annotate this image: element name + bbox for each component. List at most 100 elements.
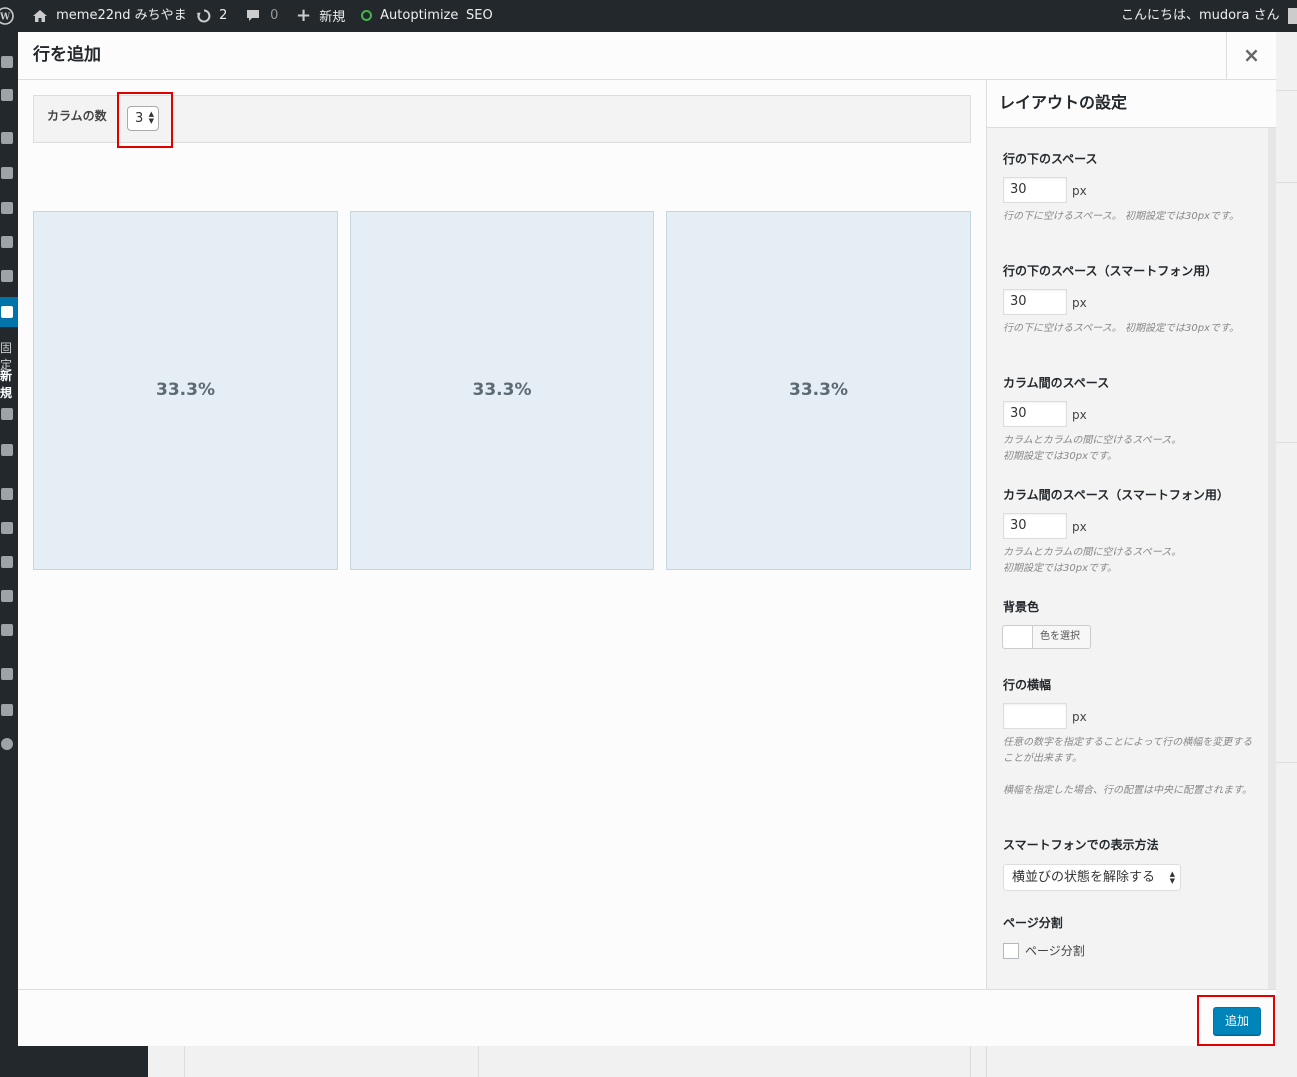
sp-display-select[interactable]: 横並びの状態を解除する ▲ ▼	[1003, 864, 1181, 891]
row-bottom-space-sp-input[interactable]: 30	[1003, 289, 1067, 315]
jetpack-icon[interactable]	[0, 85, 18, 105]
unit-label: px	[1072, 408, 1087, 422]
column-width-label: 33.3%	[156, 380, 215, 400]
pin-icon[interactable]	[0, 484, 18, 504]
tools-icon[interactable]	[0, 586, 18, 606]
wordpress-logo-icon[interactable]: W	[0, 0, 16, 32]
bg-color-label: 背景色	[1003, 600, 1040, 614]
column-width-label: 33.3%	[472, 380, 532, 400]
users-icon[interactable]	[0, 552, 18, 572]
page-break-checkbox-label[interactable]: ページ分割	[1025, 942, 1085, 959]
avatar	[1287, 7, 1297, 24]
select-arrows-icon: ▲ ▼	[1169, 870, 1175, 885]
column-space-input[interactable]: 30	[1003, 401, 1067, 427]
column-preview[interactable]: 33.3%	[666, 211, 971, 570]
comments-icon[interactable]	[0, 404, 18, 424]
account-link[interactable]: こんにちは、mudora さん	[1121, 0, 1297, 32]
svg-text:W: W	[0, 13, 11, 23]
column-count-label: カラムの数	[47, 109, 107, 123]
settings-icon[interactable]	[0, 664, 18, 684]
page-break-checkbox[interactable]	[1003, 943, 1019, 959]
unit-label: px	[1072, 184, 1087, 198]
modal-footer: 追加	[18, 989, 1276, 1046]
mail-icon[interactable]	[0, 440, 18, 460]
unit-label: px	[1072, 296, 1087, 310]
background-page-bottom	[148, 1046, 1297, 1077]
close-icon: ×	[1243, 43, 1260, 67]
row-bottom-space-input[interactable]: 30	[1003, 177, 1067, 203]
column-space-desc: 初期設定では30pxです。	[1003, 451, 1117, 462]
stats-icon[interactable]	[0, 700, 18, 720]
row-width-desc: 任意の数字を指定することによって行の横幅を変更することが出来ます。	[1003, 737, 1253, 764]
collapse-icon[interactable]	[0, 734, 18, 754]
autoptimize-label: Autoptimize	[380, 8, 459, 23]
sidebar-scrollbar[interactable]	[1268, 128, 1276, 989]
refresh-icon	[196, 9, 211, 22]
column-space-sp-desc: カラムとカラムの間に空けるスペース。	[1003, 547, 1182, 558]
add-row-modal: 行を追加 × カラムの数 3 ▲ ▼ 33.3% 33.3% 33.3% レイアウ…	[18, 32, 1276, 1046]
menu-item-new[interactable]: 新規	[0, 367, 18, 401]
site-name: meme22nd みちやま	[56, 8, 187, 23]
status-circle-icon	[361, 10, 372, 21]
comment-icon	[247, 9, 259, 21]
site-name-link[interactable]: meme22nd みちやま	[32, 0, 187, 32]
admin-bar: W meme22nd みちやま 2 0 + 新規 Autoptimize SEO…	[0, 0, 1297, 32]
sidebar-title: レイアウトの設定	[999, 93, 1128, 112]
modal-header: 行を追加 ×	[18, 32, 1276, 80]
column-space-sp-label: カラム間のスペース（スマートフォン用）	[1003, 488, 1229, 502]
column-preview[interactable]: 33.3%	[33, 211, 338, 570]
color-swatch	[1003, 626, 1033, 648]
color-picker-button[interactable]: 色を選択	[1002, 625, 1091, 649]
column-space-sp-desc: 初期設定では30pxです。	[1003, 563, 1117, 574]
media-icon[interactable]	[0, 266, 18, 286]
sidebar-header: レイアウトの設定	[987, 80, 1276, 128]
seo-label: SEO	[466, 8, 493, 23]
comments-link[interactable]: 0	[246, 0, 278, 32]
plus-icon: +	[296, 5, 312, 26]
pin-icon[interactable]	[0, 198, 18, 218]
row-bottom-space-desc: 行の下に空けるスペース。 初期設定では30pxです。	[1003, 211, 1239, 222]
sp-display-label: スマートフォンでの表示方法	[1003, 838, 1159, 852]
appearance-icon[interactable]	[0, 518, 18, 538]
row-width-input[interactable]	[1003, 703, 1067, 729]
sp-display-value: 横並びの状態を解除する	[1012, 870, 1156, 885]
row-bottom-space-sp-label: 行の下のスペース（スマートフォン用）	[1003, 264, 1218, 278]
color-picker-label: 色を選択	[1040, 631, 1080, 642]
new-label: 新規	[319, 10, 346, 25]
posts-icon[interactable]	[0, 128, 18, 148]
comments-count: 0	[270, 8, 279, 23]
modal-title: 行を追加	[33, 45, 101, 65]
unit-label: px	[1072, 520, 1087, 534]
modal-content: カラムの数 3 ▲ ▼ 33.3% 33.3% 33.3%	[18, 80, 986, 989]
seo-link[interactable]: SEO	[466, 0, 493, 32]
column-width-label: 33.3%	[789, 380, 848, 400]
admin-side-menu: 固定 新規	[0, 32, 18, 1077]
highlight-box	[117, 92, 173, 148]
close-button[interactable]: ×	[1226, 32, 1276, 80]
pin-icon[interactable]	[0, 163, 18, 183]
row-width-desc: 横幅を指定した場合、行の配置は中央に配置されます。	[1003, 785, 1252, 796]
column-preview[interactable]: 33.3%	[350, 211, 654, 570]
page-break-label: ページ分割	[1003, 916, 1063, 930]
column-count-bar: カラムの数 3 ▲ ▼	[33, 95, 971, 143]
layout-settings-sidebar: レイアウトの設定 行の下のスペース 30 px 行の下に空けるスペース。 初期設…	[986, 80, 1276, 989]
pages-icon[interactable]	[0, 297, 18, 327]
column-space-desc: カラムとカラムの間に空けるスペース。	[1003, 435, 1182, 446]
row-width-label: 行の横幅	[1003, 678, 1052, 692]
row-bottom-space-label: 行の下のスペース	[1003, 152, 1098, 166]
pin-icon[interactable]	[0, 232, 18, 252]
updates-count: 2	[219, 8, 228, 23]
new-content-link[interactable]: + 新規	[296, 0, 345, 32]
autoptimize-link[interactable]: Autoptimize	[361, 0, 458, 32]
column-space-label: カラム間のスペース	[1003, 376, 1110, 390]
dashboard-icon[interactable]	[0, 52, 18, 72]
home-icon	[33, 9, 47, 22]
row-bottom-space-sp-desc: 行の下に空けるスペース。 初期設定では30pxです。	[1003, 323, 1239, 334]
unit-label: px	[1072, 710, 1087, 724]
background-page-right	[1276, 32, 1297, 1046]
widgets-icon[interactable]	[0, 620, 18, 640]
highlight-box	[1197, 995, 1275, 1046]
column-space-sp-input[interactable]: 30	[1003, 513, 1067, 539]
greeting: こんにちは、mudora さん	[1121, 8, 1280, 23]
updates-link[interactable]: 2	[196, 0, 227, 32]
